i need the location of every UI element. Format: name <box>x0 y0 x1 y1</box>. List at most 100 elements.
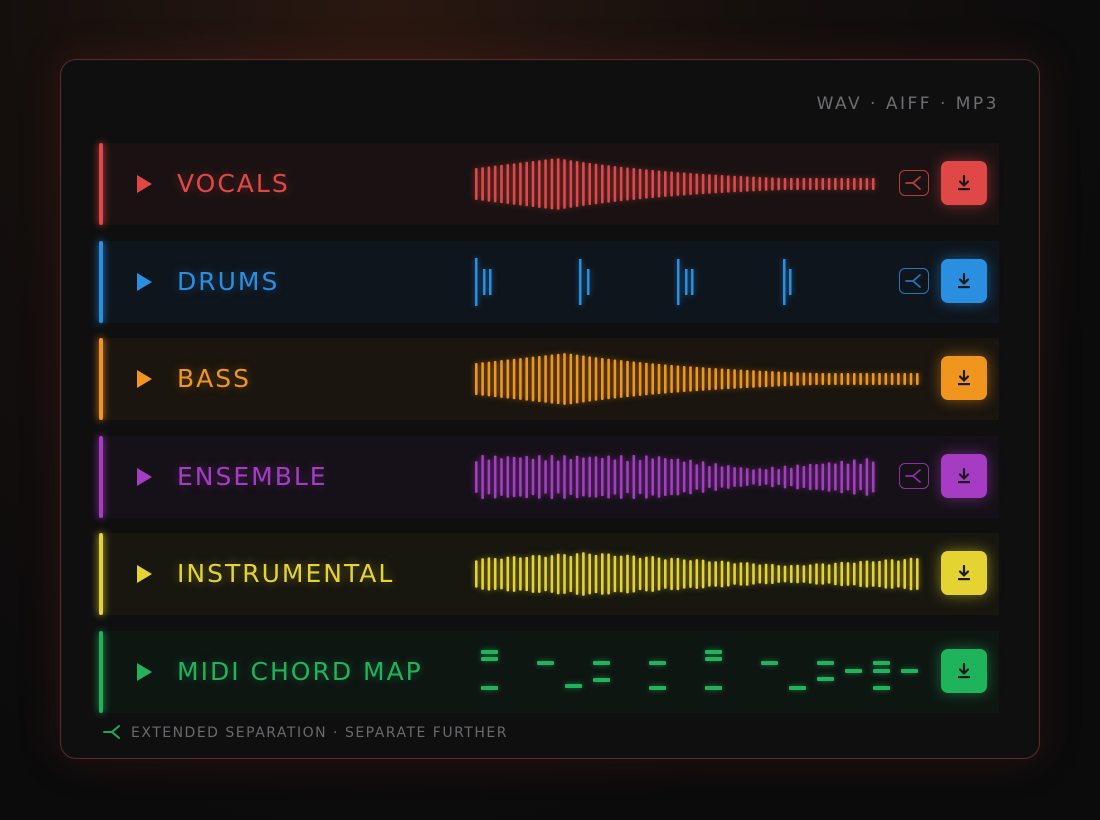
waveform-bar <box>512 163 516 205</box>
waveform-bar <box>783 371 787 387</box>
waveform-bar <box>916 558 919 591</box>
drum-hit <box>475 257 478 306</box>
stem-label: BASS <box>177 364 251 394</box>
midi-note <box>901 669 918 673</box>
waveform-bar <box>771 466 774 487</box>
drum-hit <box>587 268 590 295</box>
split-button[interactable] <box>899 462 929 489</box>
drum-hit <box>691 268 694 295</box>
waveform-bar <box>909 373 913 386</box>
waveform-bar <box>519 557 522 592</box>
waveform-bar <box>802 372 806 386</box>
stem-label: MIDI CHORD MAP <box>177 657 423 686</box>
split-icon <box>905 468 921 483</box>
waveform-bar <box>840 178 843 190</box>
download-button[interactable] <box>941 258 987 303</box>
waveform-bar <box>607 165 610 203</box>
waveform-bar <box>890 559 894 590</box>
waveform-bar <box>512 556 516 593</box>
waveform-bar <box>745 467 749 486</box>
waveform-bar <box>651 169 654 199</box>
waveform-bar <box>764 177 768 191</box>
split-button[interactable] <box>899 170 929 196</box>
download-button[interactable] <box>941 453 987 498</box>
waveform-bar <box>859 561 862 588</box>
waveform-bar <box>493 455 497 499</box>
midi-note <box>649 661 666 665</box>
waveform-bar <box>556 158 560 210</box>
waveform-bar <box>588 554 591 595</box>
waveform-bar <box>790 178 793 190</box>
extended-separation-link[interactable]: EXTENDED SEPARATION · SEPARATE FURTHER <box>103 724 508 744</box>
waveform-bar <box>569 160 573 208</box>
play-icon[interactable] <box>137 175 152 193</box>
waveform-bar <box>544 557 547 592</box>
waveform-bar <box>582 162 585 206</box>
waveform-bar <box>834 178 837 190</box>
stem-waveform <box>481 650 918 690</box>
waveform-bar <box>664 364 667 394</box>
waveform-bar <box>802 178 806 190</box>
waveform-bar <box>475 460 478 493</box>
waveform-bar <box>859 373 862 386</box>
waveform-bar <box>903 373 906 386</box>
stem-accent-bar <box>99 143 103 225</box>
waveform-bar <box>613 459 617 495</box>
waveform-bar <box>588 162 591 206</box>
waveform-bar <box>506 359 510 399</box>
play-icon[interactable] <box>137 272 152 291</box>
waveform-bar <box>695 173 699 195</box>
waveform-bar <box>802 465 806 488</box>
waveform-bar <box>752 370 755 388</box>
waveform-bar <box>689 173 692 195</box>
waveform-bar <box>695 463 699 490</box>
waveform-bar <box>821 373 825 386</box>
download-icon <box>958 272 970 288</box>
download-button[interactable] <box>941 356 987 401</box>
waveform-bar <box>708 561 711 588</box>
waveform-bar <box>670 458 673 495</box>
waveform-bar <box>827 373 831 386</box>
download-button[interactable] <box>941 161 987 205</box>
waveform-bar <box>645 557 648 592</box>
waveform-bar <box>695 367 699 392</box>
play-icon[interactable] <box>137 370 152 389</box>
waveform-bar <box>626 555 629 594</box>
play-icon[interactable] <box>137 565 152 584</box>
waveform-bar <box>771 177 774 191</box>
stem-waveform <box>475 552 919 597</box>
waveform-bar <box>695 559 699 590</box>
waveform-bar <box>708 465 711 488</box>
waveform-bar <box>651 556 654 593</box>
waveform-bar <box>884 559 888 590</box>
play-icon[interactable] <box>137 663 152 681</box>
waveform-bar <box>764 371 768 388</box>
waveform-bar <box>878 561 881 588</box>
waveform-bar <box>827 462 831 492</box>
midi-note <box>481 650 498 654</box>
waveform-bar <box>752 563 755 586</box>
stem-label: INSTRUMENTAL <box>177 559 395 589</box>
waveform-bar <box>777 468 780 485</box>
download-button[interactable] <box>941 551 987 596</box>
split-button[interactable] <box>899 267 929 294</box>
waveform-bar <box>802 565 806 584</box>
waveform-bar <box>859 463 862 491</box>
waveform-bar <box>563 454 566 499</box>
waveform-bar <box>790 467 793 487</box>
waveform-bar <box>846 463 850 491</box>
waveform-bar <box>487 361 491 397</box>
waveform-bar <box>657 557 661 591</box>
waveform-bar <box>481 558 484 591</box>
waveform-bar <box>745 176 749 192</box>
midi-note <box>705 657 722 661</box>
waveform-bar <box>575 553 579 596</box>
waveform-bar <box>619 360 623 399</box>
waveform-bar <box>550 158 554 210</box>
download-button[interactable] <box>941 649 987 693</box>
waveform-bar <box>657 456 661 498</box>
waveform-bar <box>752 469 755 485</box>
waveform-bar <box>569 353 573 405</box>
play-icon[interactable] <box>137 467 152 486</box>
waveform-bar <box>796 178 799 190</box>
